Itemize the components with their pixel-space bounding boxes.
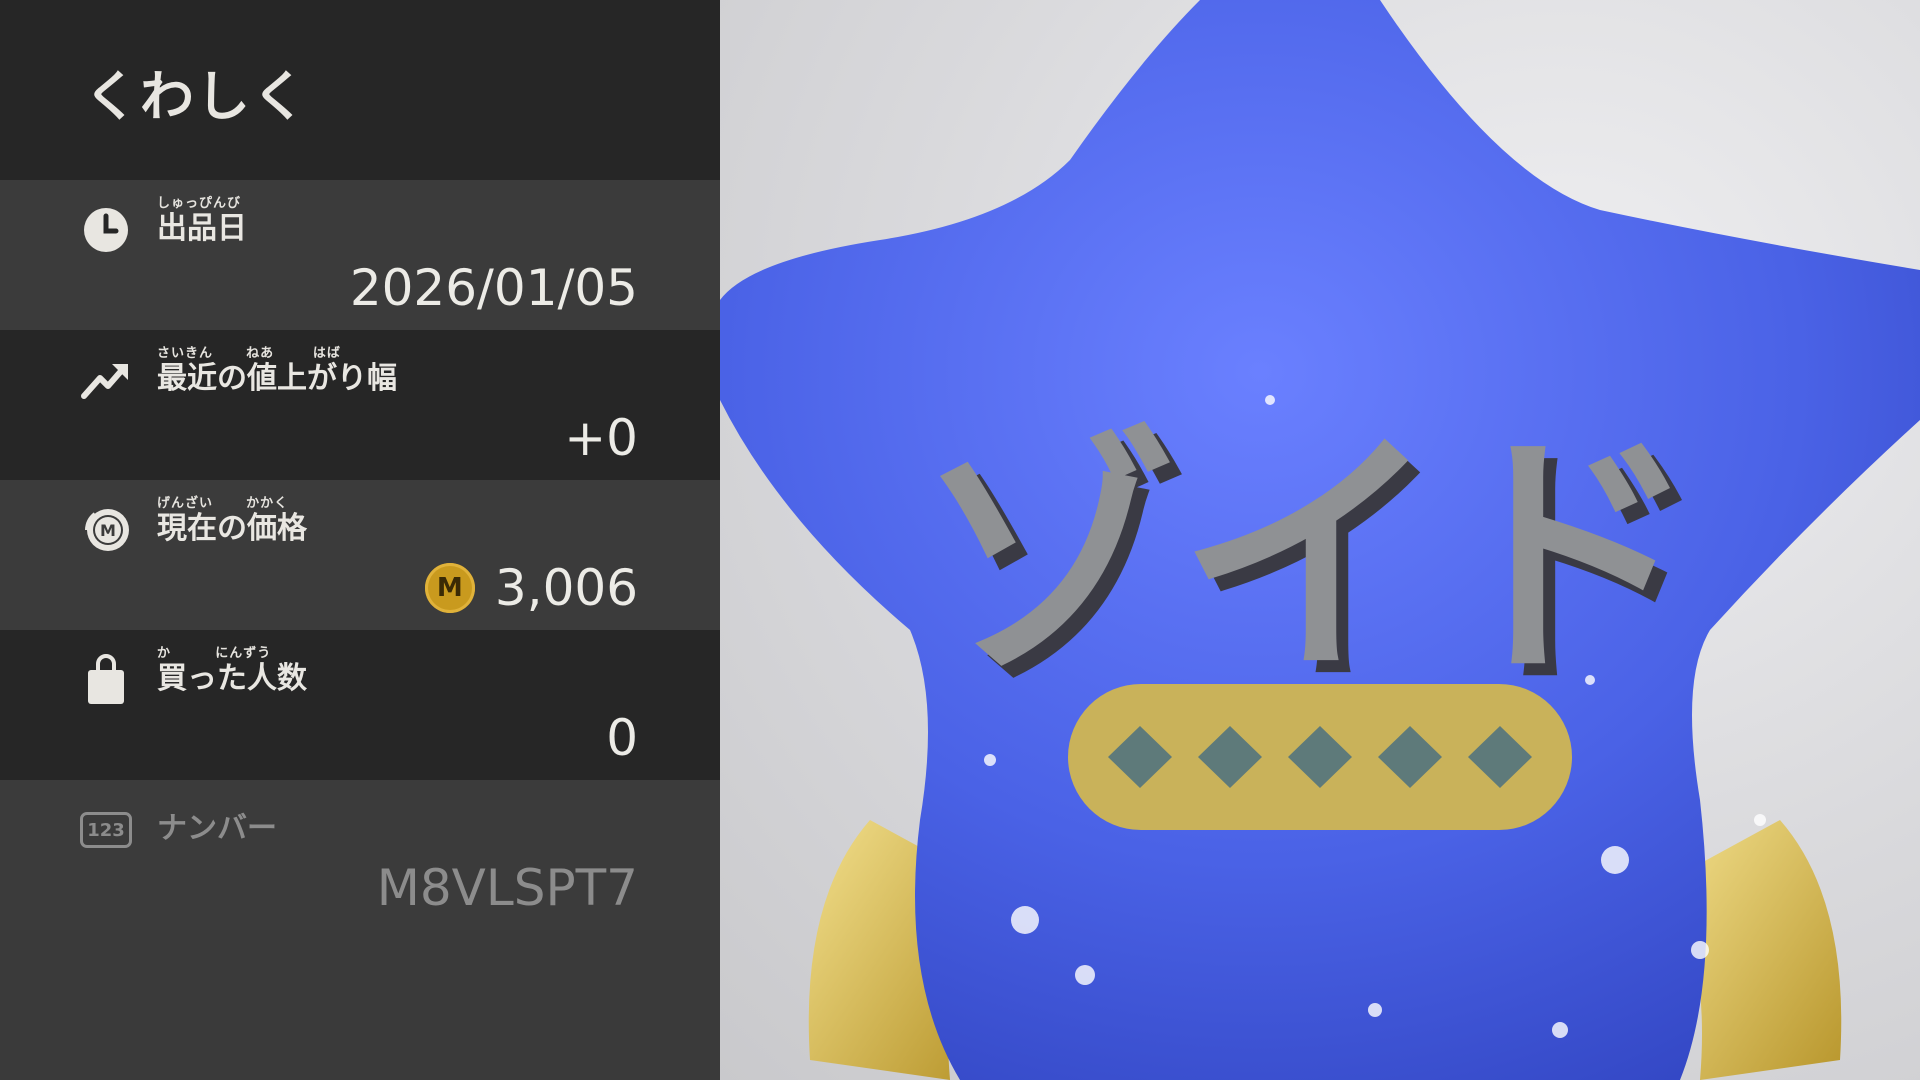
buyers-count-value: 0 bbox=[606, 709, 638, 767]
trend-up-arrow-icon bbox=[80, 354, 132, 406]
number-123-icon: 123 bbox=[80, 804, 132, 856]
detail-value: +0 bbox=[564, 408, 638, 468]
detail-value: M 3,006 bbox=[424, 558, 638, 618]
detail-value: 2026/01/05 bbox=[350, 258, 638, 318]
detail-label-wrap: さいきん ねあ はば 最近の値上がり幅 bbox=[157, 346, 397, 396]
detail-ruby: しゅっぴんび bbox=[157, 196, 242, 211]
detail-value: M8VLSPT7 bbox=[377, 858, 638, 918]
svg-text:M: M bbox=[100, 521, 116, 540]
page-title: くわしく bbox=[84, 65, 308, 128]
detail-label: 最近の値上がり幅 bbox=[157, 361, 397, 396]
price-rise-value: +0 bbox=[564, 409, 638, 467]
detail-ruby: か にんずう bbox=[157, 646, 272, 661]
detail-label: 現在の価格 bbox=[157, 511, 307, 546]
clock-icon bbox=[80, 204, 132, 256]
detail-row-number: 123 ナンバー M8VLSPT7 bbox=[0, 780, 720, 930]
detail-label-wrap: か にんずう 買った人数 bbox=[157, 646, 307, 696]
detail-label-wrap: しゅっぴんび 出品日 bbox=[157, 196, 247, 246]
detail-row-listing-date: しゅっぴんび 出品日 2026/01/05 bbox=[0, 180, 720, 330]
detail-ruby: げんざい かかく bbox=[157, 496, 289, 511]
detail-value: 0 bbox=[606, 708, 638, 768]
detail-label: ナンバー bbox=[157, 811, 277, 846]
item-lettering: ゾイド bbox=[918, 408, 1698, 710]
panel-header: くわしく bbox=[0, 0, 720, 180]
star-item-illustration: ゾイド ゾイド bbox=[720, 0, 1920, 1080]
detail-row-buyers: か にんずう 買った人数 0 bbox=[0, 630, 720, 780]
number-icon-text: 123 bbox=[87, 819, 125, 841]
shopping-bag-icon bbox=[80, 654, 132, 706]
current-price-value: 3,006 bbox=[494, 559, 638, 617]
medal-coin-icon: M bbox=[80, 504, 132, 556]
detail-ruby bbox=[157, 796, 277, 812]
item-preview: ゾイド ゾイド bbox=[720, 0, 1920, 1080]
detail-label-wrap: げんざい かかく 現在の価格 bbox=[157, 496, 307, 546]
currency-coin-icon: M bbox=[424, 563, 475, 613]
item-number-value: M8VLSPT7 bbox=[376, 859, 638, 917]
detail-row-current-price: M げんざい かかく 現在の価格 M 3,006 bbox=[0, 480, 720, 630]
detail-row-price-rise: さいきん ねあ はば 最近の値上がり幅 +0 bbox=[0, 330, 720, 480]
detail-label-wrap: ナンバー bbox=[157, 796, 277, 846]
detail-ruby: さいきん ねあ はば bbox=[157, 346, 341, 361]
listing-date-value: 2026/01/05 bbox=[349, 259, 638, 317]
detail-label: 買った人数 bbox=[157, 661, 307, 696]
details-panel: くわしく しゅっぴんび 出品日 2026/01/05 さいきん ねあ はば 最近… bbox=[0, 0, 720, 1080]
detail-label: 出品日 bbox=[157, 211, 247, 246]
